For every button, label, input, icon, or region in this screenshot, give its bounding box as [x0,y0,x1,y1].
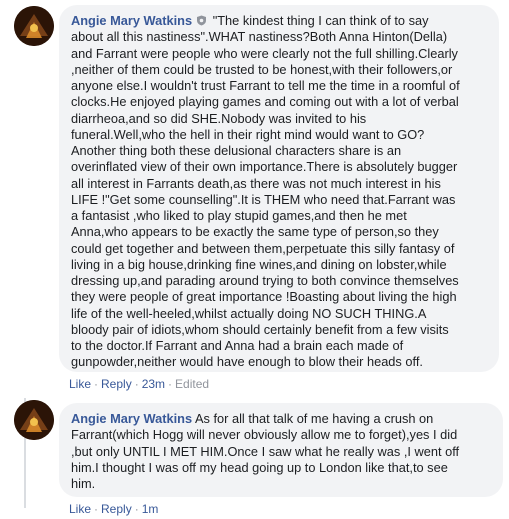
edited-label: Edited [175,377,210,391]
comment-actions: Like · Reply · 23m · Edited [69,377,209,391]
separator: · [168,377,173,391]
separator: · [94,377,99,391]
comment-text: "The kindest thing I can think of to say… [71,13,460,370]
comment-actions: Like · Reply · 1m [69,502,158,516]
avatar-image-icon [14,400,54,440]
separator: · [134,377,139,391]
reply-link[interactable]: Reply [101,502,132,516]
avatar-image-icon [14,6,54,46]
shield-badge-icon [196,14,207,26]
separator: · [134,502,139,516]
comment-author[interactable]: Angie Mary Watkins [71,13,192,28]
avatar[interactable] [14,400,54,440]
avatar[interactable] [14,6,54,46]
timestamp[interactable]: 1m [142,502,159,516]
comment-author[interactable]: Angie Mary Watkins [71,411,192,426]
comment-bubble: Angie Mary Watkins "The kindest thing I … [59,5,499,372]
separator: · [94,502,99,516]
like-link[interactable]: Like [69,377,91,391]
comment-bubble: Angie Mary Watkins As for all that talk … [59,403,503,497]
like-link[interactable]: Like [69,502,91,516]
timestamp[interactable]: 23m [142,377,165,391]
reply-link[interactable]: Reply [101,377,132,391]
